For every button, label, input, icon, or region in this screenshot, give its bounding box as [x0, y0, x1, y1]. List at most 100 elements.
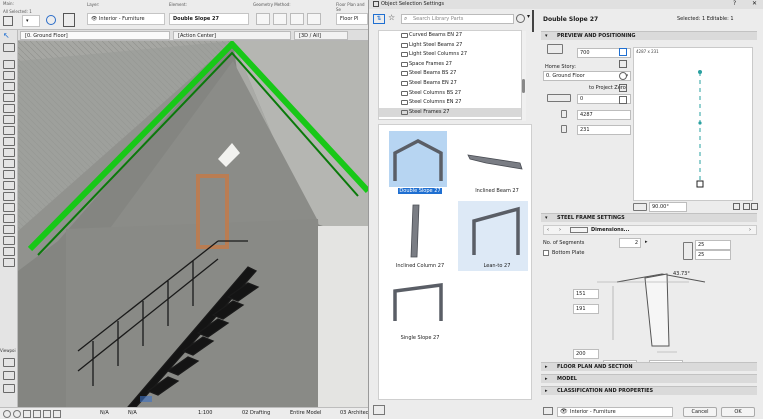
marquee-tool-icon[interactable]: [3, 43, 15, 52]
roof-tool-icon[interactable]: [3, 126, 15, 135]
layer-dropdown[interactable]: 👁 Interior - Furniture: [87, 13, 165, 25]
page-dropdown-chevron[interactable]: ›: [749, 227, 751, 233]
mirror-checkbox[interactable]: [733, 203, 740, 210]
mirror-icon[interactable]: [743, 203, 750, 210]
parameter-page-selector[interactable]: ‹ › Dimensions... ›: [543, 225, 757, 235]
skylight-tool-icon[interactable]: [3, 148, 15, 157]
object-icon[interactable]: [63, 13, 75, 27]
wall-tool-icon[interactable]: [3, 60, 15, 69]
status-na-1[interactable]: N/A: [100, 410, 109, 416]
search-input[interactable]: ⌕ Search Library Parts: [401, 14, 514, 24]
shell-tool-icon[interactable]: [3, 137, 15, 146]
3d-viewport[interactable]: [18, 41, 368, 407]
section-classification-header[interactable]: ▸ CLASSIFICATION AND PROPERTIES: [541, 386, 757, 395]
dim-200-field[interactable]: 200: [573, 349, 599, 359]
thumb-lean-to[interactable]: Lean-to 27: [458, 201, 528, 271]
tree-item[interactable]: Space Frames 27: [401, 60, 452, 69]
thumb-double-slope[interactable]: Double Slope 27: [381, 129, 451, 199]
tree-item-selected[interactable]: Steel Frames 27: [379, 108, 521, 117]
library-manager-icon[interactable]: [373, 405, 385, 415]
tree-item[interactable]: Light Steel Beams 27: [401, 41, 462, 50]
fit-icon[interactable]: [43, 410, 51, 418]
section-preview-header[interactable]: ▾ PREVIEW AND POSITIONING: [541, 31, 757, 40]
tree-item[interactable]: Steel Columns EN 27: [401, 98, 461, 107]
geometry-button-4[interactable]: [307, 13, 321, 25]
3d-view-icon[interactable]: [619, 72, 627, 80]
prev-page-icon[interactable]: ‹: [547, 227, 549, 233]
size-b-field[interactable]: 231: [577, 125, 631, 135]
bottom-plate-checkbox[interactable]: [543, 250, 549, 256]
tree-item[interactable]: Steel Beams EN 27: [401, 79, 457, 88]
arrow-tool-icon[interactable]: ↖: [3, 32, 15, 41]
help-icon[interactable]: ?: [733, 0, 736, 7]
slab-tool-icon[interactable]: [3, 115, 15, 124]
zoom-in-icon[interactable]: [23, 410, 31, 418]
favorites-star-icon[interactable]: ☆: [388, 13, 395, 22]
tab-action-center[interactable]: [Action Center]: [173, 31, 291, 40]
tree-item[interactable]: Steel Beams BS 27: [401, 69, 456, 78]
geometry-button-1[interactable]: [256, 13, 270, 25]
rotate-icon[interactable]: [46, 15, 56, 25]
radius-1-field[interactable]: 25: [695, 240, 731, 250]
layer-combo[interactable]: 02 Drafting: [242, 410, 270, 416]
segments-arrow-icon[interactable]: ▸: [645, 239, 648, 245]
undo-icon[interactable]: [3, 410, 11, 418]
section-model-header[interactable]: ▸ MODEL: [541, 374, 757, 383]
thumb-inclined-beam[interactable]: Inclined Beam 27: [458, 129, 528, 199]
pen-set-combo[interactable]: 03 Architect: [340, 410, 370, 416]
dimension-tool-icon[interactable]: [3, 258, 15, 267]
segments-field[interactable]: 2: [619, 238, 641, 248]
morph-tool-icon[interactable]: [3, 236, 15, 245]
select-arrow-icon[interactable]: [3, 16, 13, 26]
preview-canvas[interactable]: 4287 x 231: [633, 47, 753, 201]
library-selector-icon[interactable]: ⇅: [373, 14, 385, 24]
tree-item[interactable]: Light Steel Columns 27: [401, 50, 467, 59]
curtain-wall-tool-icon[interactable]: [3, 159, 15, 168]
panel-collapse-handle[interactable]: [532, 10, 534, 32]
side-view-icon[interactable]: [619, 60, 627, 68]
tab-ground-floor[interactable]: [0. Ground Floor]: [20, 31, 170, 40]
cancel-button[interactable]: Cancel: [683, 407, 717, 417]
dim-191-field[interactable]: 191: [573, 304, 599, 314]
beam-tool-icon[interactable]: [3, 104, 15, 113]
opening-tool-icon[interactable]: [3, 247, 15, 256]
section-tool-icon[interactable]: [3, 371, 15, 380]
model-view-combo[interactable]: Entire Model: [290, 410, 321, 416]
selection-mode-dropdown[interactable]: ▾: [22, 15, 40, 27]
plan-view-icon[interactable]: [619, 48, 627, 56]
camera-tool-icon[interactable]: [3, 358, 15, 367]
section-floor-plan-header[interactable]: ▸ FLOOR PLAN AND SECTION: [541, 362, 757, 371]
lamp-tool-icon[interactable]: [3, 225, 15, 234]
close-icon[interactable]: ✕: [752, 0, 757, 7]
object-tool-icon[interactable]: [3, 214, 15, 223]
section-steel-frame-header[interactable]: ▾ STEEL FRAME SETTINGS: [541, 213, 757, 222]
element-settings-button[interactable]: Double Slope 27: [169, 13, 249, 25]
mesh-tool-icon[interactable]: [3, 192, 15, 201]
settings-gear-icon[interactable]: [516, 14, 525, 23]
redo-icon[interactable]: [13, 410, 21, 418]
next-page-icon[interactable]: ›: [559, 227, 561, 233]
status-na-2[interactable]: N/A: [128, 410, 137, 416]
zone-tool-icon[interactable]: [3, 203, 15, 212]
parameters-icon[interactable]: [619, 84, 627, 92]
tree-item[interactable]: Steel Columns BS 27: [401, 89, 461, 98]
thumb-single-slope[interactable]: Single Slope 27: [381, 275, 451, 345]
radius-2-field[interactable]: 25: [695, 250, 731, 260]
door-tool-icon[interactable]: [3, 71, 15, 80]
home-story-dropdown[interactable]: 0. Ground Floor ▾: [543, 71, 631, 81]
stair-tool-icon[interactable]: [3, 170, 15, 179]
layer-dropdown-footer[interactable]: 👁 Interior - Furniture: [557, 407, 673, 417]
info-icon[interactable]: [619, 96, 627, 104]
dim-151-field[interactable]: 151: [573, 289, 599, 299]
ok-button[interactable]: OK: [721, 407, 755, 417]
geometry-button-2[interactable]: [273, 13, 287, 25]
tab-3d-all[interactable]: [3D / All]: [294, 31, 348, 40]
thumb-inclined-column[interactable]: Inclined Column 27: [381, 201, 451, 271]
railing-tool-icon[interactable]: [3, 181, 15, 190]
elevation-tool-icon[interactable]: [3, 384, 15, 393]
settings-icon[interactable]: [751, 203, 758, 210]
zoom-out-icon[interactable]: [33, 410, 41, 418]
geometry-button-3[interactable]: [290, 13, 304, 25]
orbit-icon[interactable]: [53, 410, 61, 418]
tree-item[interactable]: Curved Beams EN 27: [401, 31, 462, 40]
